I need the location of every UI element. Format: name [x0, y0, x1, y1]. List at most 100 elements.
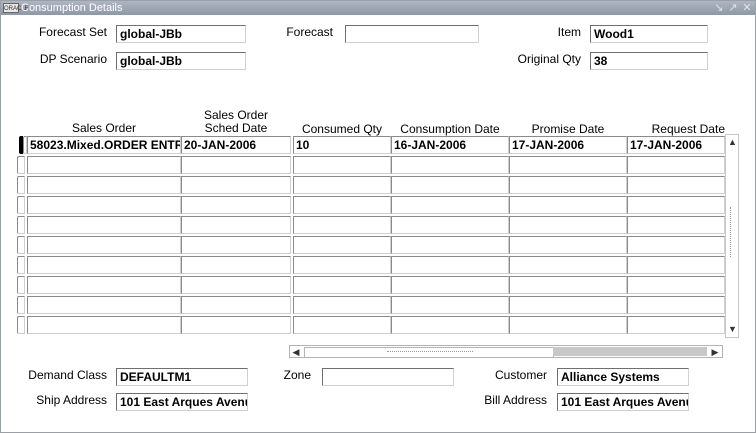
forecast-field[interactable] — [345, 25, 479, 43]
cell-sched-date[interactable] — [181, 316, 291, 334]
row-selector[interactable] — [17, 276, 25, 294]
cell-sched-date[interactable] — [181, 256, 291, 274]
cell-promise-date[interactable] — [509, 276, 627, 294]
vertical-scrollbar[interactable]: ▲ ▼ — [725, 134, 739, 338]
cell-promise-date[interactable] — [509, 156, 627, 174]
dp-scenario-label: DP Scenario — [39, 52, 107, 66]
cell-consumed-qty[interactable] — [293, 176, 391, 194]
row-selector[interactable] — [17, 236, 25, 254]
cell-sales-order[interactable] — [27, 236, 181, 254]
cell-consumption-date[interactable]: 16-JAN-2006 — [391, 136, 509, 154]
cell-promise-date[interactable] — [509, 176, 627, 194]
cell-promise-date[interactable] — [509, 256, 627, 274]
cell-sales-order[interactable] — [27, 216, 181, 234]
cell-promise-date[interactable] — [509, 216, 627, 234]
cell-sales-order[interactable] — [27, 176, 181, 194]
cell-promise-date[interactable] — [509, 296, 627, 314]
forecast-label: Forecast — [286, 25, 333, 39]
cell-promise-date[interactable] — [509, 196, 627, 214]
cell-request-date[interactable] — [627, 296, 725, 314]
item-field[interactable]: Wood1 — [590, 25, 708, 43]
cell-consumed-qty[interactable] — [293, 156, 391, 174]
cell-promise-date[interactable]: 17-JAN-2006 — [509, 136, 627, 154]
cell-request-date[interactable] — [627, 176, 725, 194]
cell-promise-date[interactable] — [509, 316, 627, 334]
ship-address-field[interactable]: 101 East Arques Avenue — [116, 393, 248, 411]
cell-sched-date[interactable] — [181, 236, 291, 254]
cell-request-date[interactable] — [627, 316, 725, 334]
close-icon[interactable]: ✕ — [742, 1, 752, 15]
cell-request-date[interactable] — [627, 276, 725, 294]
cell-request-date[interactable] — [627, 236, 725, 254]
cell-consumed-qty[interactable] — [293, 316, 391, 334]
row-selector[interactable] — [17, 196, 25, 214]
cell-consumption-date[interactable] — [391, 196, 509, 214]
cell-consumption-date[interactable] — [391, 156, 509, 174]
cell-consumed-qty[interactable] — [293, 236, 391, 254]
bill-address-field[interactable]: 101 East Arques Avenue — [557, 393, 689, 411]
cell-request-date[interactable] — [627, 216, 725, 234]
cell-consumption-date[interactable] — [391, 236, 509, 254]
cell-consumed-qty[interactable] — [293, 196, 391, 214]
original-qty-label: Original Qty — [517, 52, 581, 66]
oracle-forms-icon: ORACLE — [3, 3, 29, 13]
cell-sched-date[interactable] — [181, 216, 291, 234]
row-selector[interactable] — [17, 316, 25, 334]
horizontal-scrollbar[interactable]: ◀ ▶ — [289, 345, 723, 358]
title-bar: ORACLE Consumption Details ↘ ↗ ✕ — [1, 1, 755, 15]
cell-consumption-date[interactable] — [391, 256, 509, 274]
cell-consumption-date[interactable] — [391, 176, 509, 194]
cell-sched-date[interactable] — [181, 276, 291, 294]
cell-sales-order[interactable] — [27, 316, 181, 334]
cell-sales-order[interactable] — [27, 296, 181, 314]
cell-request-date[interactable] — [627, 156, 725, 174]
cell-sched-date[interactable] — [181, 156, 291, 174]
window-title: Consumption Details — [21, 2, 123, 14]
cell-consumption-date[interactable] — [391, 216, 509, 234]
cell-sched-date[interactable] — [181, 196, 291, 214]
cell-sales-order[interactable] — [27, 156, 181, 174]
row-selector[interactable] — [17, 296, 25, 314]
cell-promise-date[interactable] — [509, 236, 627, 254]
cell-sched-date[interactable] — [181, 296, 291, 314]
row-selector[interactable] — [17, 156, 25, 174]
row-selector[interactable] — [17, 176, 25, 194]
scroll-left-icon[interactable]: ◀ — [291, 346, 301, 358]
col-header-consumption-date: Consumption Date — [400, 123, 500, 136]
scroll-up-icon[interactable]: ▲ — [727, 136, 738, 148]
cell-consumption-date[interactable] — [391, 296, 509, 314]
cell-consumed-qty[interactable] — [293, 216, 391, 234]
cell-consumption-date[interactable] — [391, 276, 509, 294]
cell-sales-order[interactable] — [27, 196, 181, 214]
horizontal-scroll-thumb[interactable] — [304, 347, 554, 358]
minimize-icon[interactable]: ↘ — [714, 1, 724, 15]
original-qty-field[interactable]: 38 — [590, 52, 708, 70]
row-selector[interactable] — [17, 216, 25, 234]
maximize-icon[interactable]: ↗ — [728, 1, 738, 15]
cell-sales-order[interactable] — [27, 276, 181, 294]
scroll-right-icon[interactable]: ▶ — [710, 346, 720, 358]
customer-field[interactable]: Alliance Systems — [557, 368, 689, 386]
cell-consumed-qty[interactable] — [293, 276, 391, 294]
dp-scenario-field[interactable]: global-JBb — [116, 52, 246, 70]
cell-request-date[interactable] — [627, 256, 725, 274]
scroll-down-icon[interactable]: ▼ — [727, 323, 738, 335]
horizontal-scroll-track[interactable] — [553, 347, 707, 356]
cell-sales-order[interactable] — [27, 256, 181, 274]
forecast-set-field[interactable]: global-JBb — [116, 25, 246, 43]
cell-sched-date[interactable]: 20-JAN-2006 — [181, 136, 291, 154]
customer-label: Customer — [494, 368, 547, 382]
cell-consumption-date[interactable] — [391, 316, 509, 334]
cell-consumed-qty[interactable] — [293, 296, 391, 314]
cell-request-date[interactable]: 17-JAN-2006 — [627, 136, 725, 154]
cell-consumed-qty[interactable] — [293, 256, 391, 274]
cell-sched-date[interactable] — [181, 176, 291, 194]
zone-field[interactable] — [322, 368, 454, 386]
cell-sales-order[interactable]: 58023.Mixed.ORDER ENTRY — [27, 136, 181, 154]
demand-class-field[interactable]: DEFAULTM1 — [116, 368, 248, 386]
col-header-sched-date-line2: Sched Date — [204, 122, 268, 135]
row-selector[interactable] — [17, 256, 25, 274]
cell-consumed-qty[interactable]: 10 — [293, 136, 391, 154]
scroll-thumb[interactable] — [730, 207, 735, 257]
cell-request-date[interactable] — [627, 196, 725, 214]
